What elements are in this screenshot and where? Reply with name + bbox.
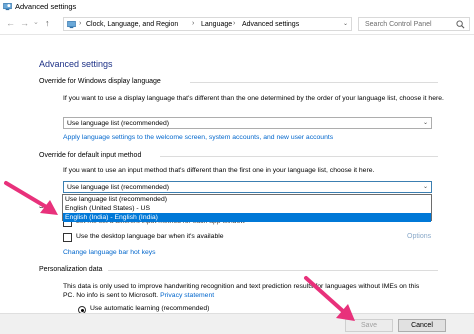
window-title: Advanced settings	[15, 2, 77, 11]
desktop-language-bar-checkbox[interactable]	[63, 233, 72, 242]
annotation-arrow-icon	[4, 181, 58, 215]
annotation-arrow-icon	[304, 276, 355, 321]
input-method-value: Use language list (recommended)	[67, 184, 170, 191]
breadcrumb-separator[interactable]: ›	[192, 20, 194, 27]
desktop-language-bar-label: Use the desktop language bar when it's a…	[76, 233, 224, 240]
breadcrumb[interactable]: › Clock, Language, and Region › Language…	[63, 17, 352, 31]
display-language-select[interactable]: Use language list (recommended) ⌄	[63, 117, 432, 129]
dropdown-option[interactable]: English (United States) - US	[63, 204, 431, 213]
search-icon[interactable]	[456, 20, 465, 29]
personalization-description-line2: PC. No info is sent to Microsoft. Privac…	[63, 292, 215, 299]
chevron-down-icon: ⌄	[422, 120, 428, 126]
breadcrumb-item-clock-language-region[interactable]: Clock, Language, and Region	[86, 21, 178, 28]
personalization-data-label: Personalization data	[39, 266, 103, 273]
chevron-down-icon: ⌄	[422, 184, 428, 190]
control-panel-icon	[3, 3, 12, 11]
change-hot-keys-link[interactable]: Change language bar hot keys	[63, 248, 156, 258]
dropdown-option[interactable]: Use language list (recommended)	[63, 195, 431, 204]
display-language-label: Override for Windows display language	[39, 78, 161, 85]
options-link[interactable]: Options	[407, 233, 431, 240]
breadcrumb-separator[interactable]: ›	[79, 20, 81, 27]
automatic-learning-label: Use automatic learning (recommended)	[90, 305, 210, 312]
breadcrumb-item-advanced-settings[interactable]: Advanced settings	[242, 21, 299, 28]
forward-arrow-icon[interactable]: →	[20, 18, 29, 28]
apply-language-settings-link[interactable]: Apply language settings to the welcome s…	[63, 133, 333, 143]
breadcrumb-item-language[interactable]: Language	[201, 21, 232, 28]
radio-selected-dot	[80, 308, 84, 312]
display-language-value: Use language list (recommended)	[67, 120, 170, 127]
footer-bar: Save Cancel	[0, 313, 474, 334]
up-arrow-icon[interactable]: ↑	[45, 18, 50, 28]
input-method-label: Override for default input method	[39, 152, 142, 159]
dropdown-option-highlighted[interactable]: English (India) - English (India)	[63, 213, 431, 222]
search-placeholder: Search Control Panel	[365, 21, 432, 28]
recent-locations-chevron-icon[interactable]: ⌄	[33, 18, 39, 28]
input-method-select[interactable]: Use language list (recommended) ⌄	[63, 181, 432, 193]
title-bar: Advanced settings	[0, 0, 474, 13]
section-divider	[108, 270, 438, 271]
section-divider	[190, 82, 438, 83]
back-arrow-icon[interactable]: ←	[6, 18, 15, 28]
input-method-dropdown-list[interactable]: Use language list (recommended) English …	[62, 194, 432, 222]
display-language-description: If you want to use a display language th…	[63, 95, 444, 102]
input-method-description: If you want to use an input method that'…	[63, 167, 375, 174]
privacy-statement-link[interactable]: Privacy statement	[160, 292, 214, 299]
control-panel-icon	[67, 21, 76, 29]
page-title: Advanced settings	[39, 59, 113, 69]
breadcrumb-separator[interactable]: ›	[233, 20, 235, 27]
search-input[interactable]: Search Control Panel	[358, 17, 470, 31]
address-bar: ← → ⌄ ↑ › Clock, Language, and Region › …	[0, 13, 474, 35]
cancel-button[interactable]: Cancel	[398, 319, 446, 332]
chevron-down-icon[interactable]: ⌄	[343, 20, 348, 27]
section-divider	[160, 156, 438, 157]
